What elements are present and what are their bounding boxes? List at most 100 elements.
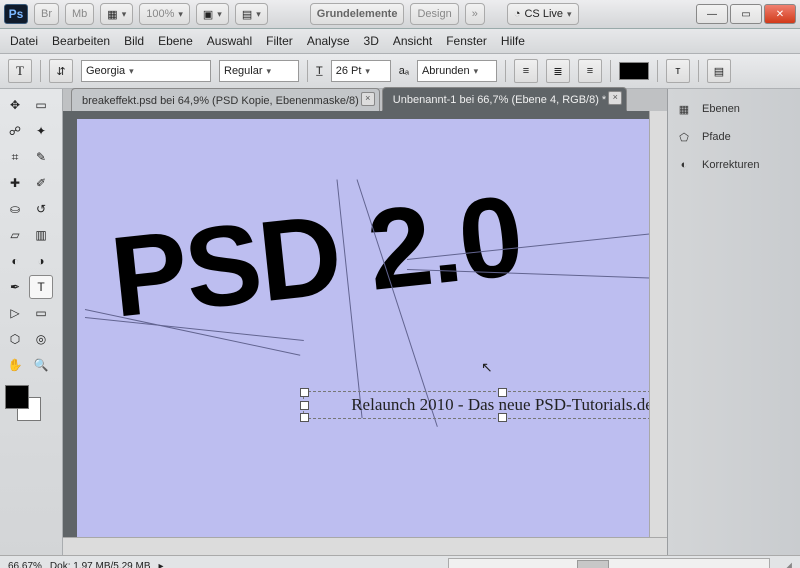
path-select-tool[interactable]: ▷ [3,301,27,325]
canvas[interactable]: PSD 2.0 Relaunch 2010 - Das neue PSD-Tut… [77,119,653,547]
menu-bar: Datei Bearbeiten Bild Ebene Auswahl Filt… [0,29,800,54]
heal-tool[interactable]: ✚ [3,171,27,195]
tab-unbenannt[interactable]: Unbenannt-1 bei 66,7% (Ebene 4, RGB/8) *… [382,87,627,111]
panel-korrekturen[interactable]: ◐Korrekturen [674,151,794,179]
menu-datei[interactable]: Datei [10,34,38,48]
menu-ansicht[interactable]: Ansicht [393,34,432,48]
adjustments-icon: ◐ [674,155,694,175]
pen-tool[interactable]: ✒ [3,275,27,299]
font-size-select[interactable]: 26 Pt [331,60,391,82]
eyedropper-tool[interactable]: ✎ [29,145,53,169]
menu-filter[interactable]: Filter [266,34,293,48]
resize-handle[interactable] [498,413,507,422]
view-mode-dropdown[interactable]: ▦ [100,3,133,25]
align-left-button[interactable]: ≡ [514,59,538,83]
window-maximize-button[interactable]: ▭ [730,4,762,24]
menu-auswahl[interactable]: Auswahl [207,34,252,48]
zoom-dropdown[interactable]: 100% [139,3,190,25]
magic-wand-tool[interactable]: ✦ [29,119,53,143]
shape-tool[interactable]: ▭ [29,301,53,325]
workspace-grundelemente[interactable]: Grundelemente [310,3,405,25]
crop-tool[interactable]: ⌗ [3,145,27,169]
marquee-tool[interactable]: ▭ [29,93,53,117]
resize-handle[interactable] [300,388,309,397]
bridge-icon[interactable]: Br [34,3,59,25]
resize-handle[interactable] [300,413,309,422]
hand-tool[interactable]: ✋ [3,353,27,377]
warp-text-button[interactable]: ᴛ [666,59,690,83]
menu-fenster[interactable]: Fenster [446,34,487,48]
tab-label: Unbenannt-1 bei 66,7% (Ebene 4, RGB/8) * [393,94,606,106]
close-tab-icon[interactable]: × [361,92,375,106]
text-edit-box[interactable]: Relaunch 2010 - Das neue PSD-Tutorials.d… [303,391,653,419]
brush-tool[interactable]: ✐ [29,171,53,195]
options-bar: T ⇵ Georgia Regular T̲ 26 Pt aₐ Abrunden… [0,54,800,89]
horizontal-scrollbar[interactable] [63,537,667,555]
vertical-scrollbar[interactable] [649,111,667,555]
3d-tool[interactable]: ⬡ [3,327,27,351]
workspace-more-icon[interactable]: » [465,3,485,25]
text-orientation-button[interactable]: ⇵ [49,59,73,83]
stamp-tool[interactable]: ⛀ [3,197,27,221]
workspace-design[interactable]: Design [410,3,458,25]
move-tool[interactable]: ✥ [3,93,27,117]
menu-hilfe[interactable]: Hilfe [501,34,525,48]
font-style-value: Regular [224,65,263,77]
menu-bild[interactable]: Bild [124,34,144,48]
screen-mode-dropdown[interactable]: ▤ [235,3,268,25]
panel-ebenen[interactable]: ▦ Ebenen [674,95,794,123]
color-swatches[interactable] [3,383,43,417]
doc-size: Dok: 1,97 MB/5,29 MB [50,561,151,568]
arrange-docs-dropdown[interactable]: ▣ [196,3,229,25]
font-family-value: Georgia [86,65,125,77]
h-scroll-thumb[interactable] [577,560,609,568]
eraser-tool[interactable]: ▱ [3,223,27,247]
dodge-tool[interactable]: ◑ [29,249,53,273]
close-tab-icon[interactable]: × [608,91,622,105]
menu-analyse[interactable]: Analyse [307,34,350,48]
anti-alias-select[interactable]: Abrunden [417,60,497,82]
window-close-button[interactable]: ✕ [764,4,796,24]
tab-breakeffekt[interactable]: breakeffekt.psd bei 64,9% (PSD Kopie, Eb… [71,88,380,111]
3d-camera-tool[interactable]: ◎ [29,327,53,351]
font-style-select[interactable]: Regular [219,60,299,82]
resize-handle[interactable] [498,388,507,397]
resize-handle[interactable] [300,401,309,410]
h-scroll-track[interactable] [448,558,770,568]
align-center-button[interactable]: ≣ [546,59,570,83]
resize-grip-icon[interactable]: ◢ [784,561,792,568]
menu-3d[interactable]: 3D [364,34,379,48]
history-brush-tool[interactable]: ↺ [29,197,53,221]
minibridge-icon[interactable]: Mb [65,3,94,25]
character-panel-button[interactable]: ▤ [707,59,731,83]
panel-pfade[interactable]: ⬠Pfade [674,123,794,151]
cursor-icon: ↖ [481,359,493,376]
fg-color-swatch[interactable] [5,385,29,409]
title-bar: Ps Br Mb ▦ 100% ▣ ▤ Grundelemente Design… [0,0,800,29]
gradient-tool[interactable]: ▥ [29,223,53,247]
tool-preset-button[interactable]: T [8,59,32,83]
zoom-tool[interactable]: 🔍 [29,353,53,377]
text-color-swatch[interactable] [619,62,649,80]
zoom-level[interactable]: 66,67% [8,561,42,568]
document-stage: PSD 2.0 Relaunch 2010 - Das neue PSD-Tut… [63,111,667,555]
menu-ebene[interactable]: Ebene [158,34,193,48]
panel-label: Ebenen [702,103,740,115]
font-size-value: 26 Pt [336,65,362,77]
menu-bearbeiten[interactable]: Bearbeiten [52,34,110,48]
artwork-headline: PSD 2.0 [105,171,527,344]
cslive-button[interactable]: ◔ CS Live [507,3,579,25]
window-minimize-button[interactable]: — [696,4,728,24]
blur-tool[interactable]: ◐ [3,249,27,273]
font-family-select[interactable]: Georgia [81,60,211,82]
status-bar: 66,67% Dok: 1,97 MB/5,29 MB ▸ ◢ [0,555,800,568]
type-tool[interactable]: T [29,275,53,299]
lasso-tool[interactable]: ☍ [3,119,27,143]
text-content: Relaunch 2010 - Das neue PSD-Tutorials.d… [351,395,653,415]
cslive-label: CS Live [524,8,563,20]
layers-icon: ▦ [674,99,694,119]
align-right-button[interactable]: ≡ [578,59,602,83]
status-play-icon[interactable]: ▸ [159,561,164,568]
type-tool-icon: T [16,63,24,79]
tab-label: breakeffekt.psd bei 64,9% (PSD Kopie, Eb… [82,95,359,107]
